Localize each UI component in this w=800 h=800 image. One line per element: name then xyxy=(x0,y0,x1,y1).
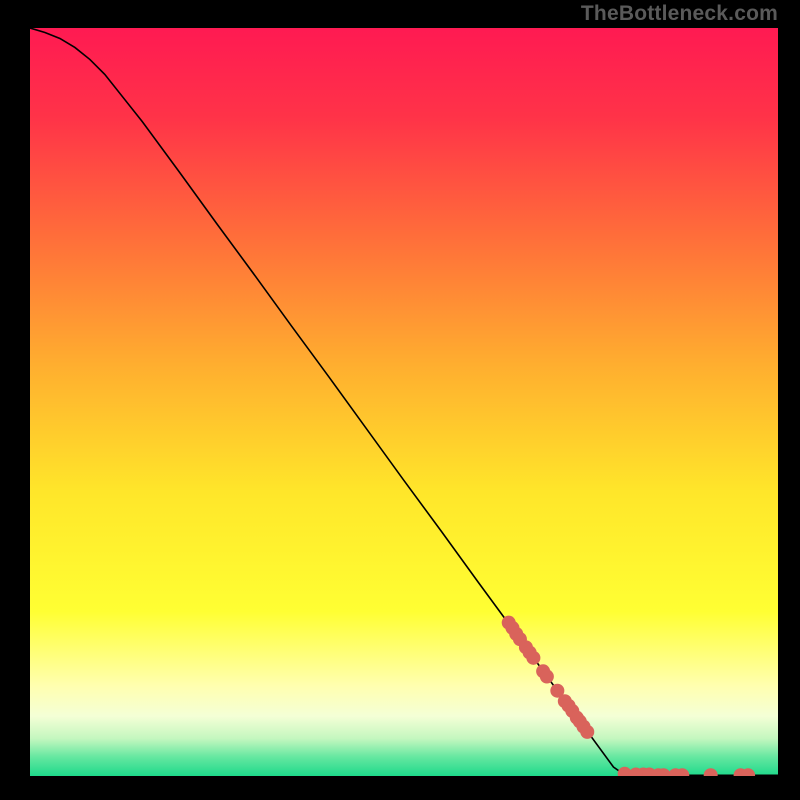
data-marker xyxy=(526,651,540,665)
data-marker xyxy=(540,670,554,684)
plot-area xyxy=(30,28,778,776)
chart-frame: TheBottleneck.com xyxy=(0,0,800,800)
gradient-background xyxy=(30,28,778,776)
data-marker xyxy=(580,725,594,739)
attribution-text: TheBottleneck.com xyxy=(581,2,778,26)
chart-svg xyxy=(30,28,778,776)
